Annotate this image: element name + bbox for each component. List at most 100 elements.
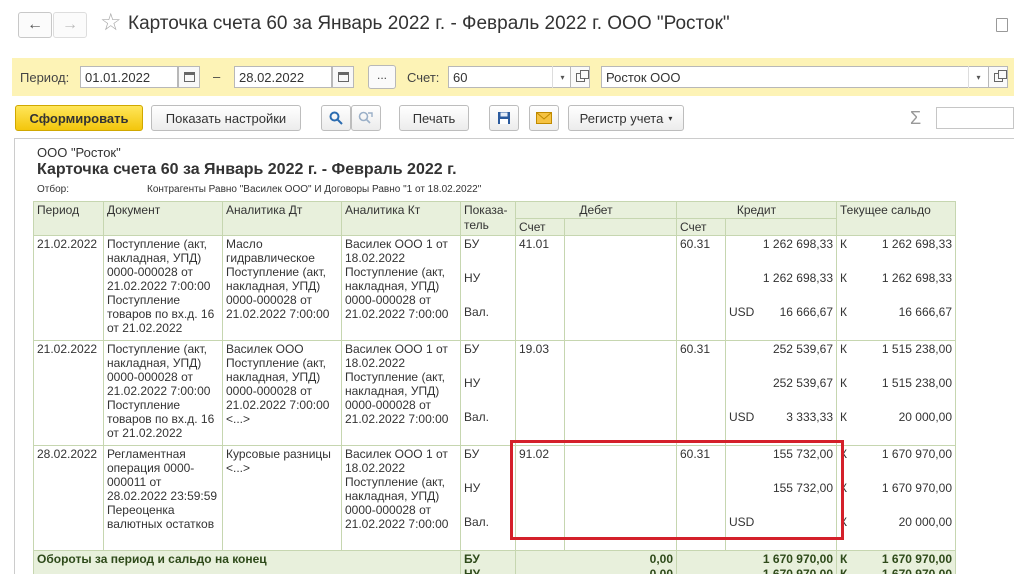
sigma-icon: Σ xyxy=(910,108,922,128)
table-row[interactable]: 28.02.2022 Регламентная операция 0000-000… xyxy=(33,445,956,551)
account-open-button[interactable] xyxy=(570,66,590,88)
cell-period: 21.02.2022 xyxy=(33,235,104,341)
credit-amount: 3 333,33 xyxy=(786,410,833,424)
date-to-input[interactable]: 28.02.2022 xyxy=(234,66,332,88)
balance-line: К 20 000,00 xyxy=(840,410,952,444)
cell-credit-account: 60.31 xyxy=(676,340,726,446)
forward-button[interactable]: → xyxy=(53,12,87,38)
indicator: НУ xyxy=(464,376,481,390)
table-row[interactable]: 21.02.2022 Поступление (акт, накладная, У… xyxy=(33,235,956,341)
credit-currency: USD xyxy=(729,515,755,529)
sum-field xyxy=(936,107,1014,129)
register-button[interactable]: Регистр учета ▾ xyxy=(568,105,684,131)
balance-sign: К xyxy=(840,376,847,390)
header-credit-account: Счет xyxy=(676,218,726,236)
register-label: Регистр учета xyxy=(579,110,664,126)
totals-debit-amount: 0,00 xyxy=(649,552,673,566)
show-settings-button[interactable]: Показать настройки xyxy=(151,105,301,131)
period-select-button[interactable]: ... xyxy=(368,65,396,89)
cell-credit-amounts: 252 539,67 252 539,67 USD 3 333,33 xyxy=(725,340,837,446)
balance-sign: К xyxy=(840,515,847,529)
balance-line: К 1 515 238,00 xyxy=(840,342,952,376)
account-dropdown-button[interactable]: ▾ xyxy=(552,66,572,88)
indicator: НУ xyxy=(464,271,481,285)
save-button[interactable] xyxy=(489,105,519,131)
chevron-down-icon: ▾ xyxy=(668,113,673,123)
totals-balance-amount: 1 670 970,00 xyxy=(881,567,952,574)
favorite-star-icon[interactable]: ☆ xyxy=(100,10,122,36)
cell-debit-account: 91.02 xyxy=(515,445,565,551)
cell-document[interactable]: Регламентная операция 0000-000011 от 28.… xyxy=(103,445,223,551)
totals-credit: 1 670 970,00 1 670 970,00 xyxy=(676,550,837,574)
balance-amount: 1 262 698,33 xyxy=(881,237,952,251)
balance-line: К 1 670 970,00 xyxy=(840,447,952,481)
date-from-input[interactable]: 01.01.2022 xyxy=(80,66,178,88)
totals-balance-amount: 1 670 970,00 xyxy=(881,552,952,566)
window-title: Карточка счета 60 за Январь 2022 г. - Фе… xyxy=(128,13,730,34)
table-row[interactable]: 21.02.2022 Поступление (акт, накладная, У… xyxy=(33,340,956,446)
indicator: Вал. xyxy=(464,305,490,319)
cell-period: 21.02.2022 xyxy=(33,340,104,446)
cell-indicators: БУ НУ Вал. xyxy=(460,235,516,341)
cell-period: 28.02.2022 xyxy=(33,445,104,551)
report-area[interactable]: ООО "Росток" Карточка счета 60 за Январь… xyxy=(14,138,1014,574)
credit-amount: 155 732,00 xyxy=(772,447,833,461)
organization-input[interactable]: Росток ООО xyxy=(601,66,989,88)
search-clear-button[interactable] xyxy=(351,105,381,131)
chevron-down-icon: ▾ xyxy=(976,72,981,82)
send-email-button[interactable] xyxy=(529,105,559,131)
cell-analytics-kt: Василек ООО 1 от 18.02.2022 Поступление … xyxy=(341,445,461,551)
totals-row: Обороты за период и сальдо на конец БУ НУ 0… xyxy=(33,550,956,574)
credit-amount: 155 732,00 xyxy=(772,481,833,495)
totals-label: Обороты за период и сальдо на конец xyxy=(33,550,461,574)
chevron-down-icon: ▾ xyxy=(560,72,565,82)
cell-document[interactable]: Поступление (акт, накладная, УПД) 0000-0… xyxy=(103,235,223,341)
floppy-disk-icon xyxy=(498,112,510,124)
balance-line: К 1 670 970,00 xyxy=(840,481,952,515)
balance-sign: К xyxy=(840,481,847,495)
cell-credit-account: 60.31 xyxy=(676,235,726,341)
header-debit-account: Счет xyxy=(515,218,565,236)
back-button[interactable]: ← xyxy=(18,12,52,38)
balance-sign: К xyxy=(840,271,847,285)
totals-balance-sign: К xyxy=(840,567,848,574)
calendar-to-button[interactable] xyxy=(332,66,354,88)
cell-analytics-kt: Василек ООО 1 от 18.02.2022 Поступление … xyxy=(341,340,461,446)
totals-credit-amount: 1 670 970,00 xyxy=(762,567,833,574)
header-indicator: Показа-тель xyxy=(460,201,516,236)
balance-sign: К xyxy=(840,410,847,424)
credit-line: 155 732,00 xyxy=(729,447,833,481)
totals-balance-sign: К xyxy=(840,552,848,566)
calendar-from-button[interactable] xyxy=(178,66,200,88)
balance-sign: К xyxy=(840,305,847,319)
balance-sign: К xyxy=(840,447,847,461)
credit-currency: USD xyxy=(729,410,755,424)
organization-open-button[interactable] xyxy=(988,66,1008,88)
totals-indicators: БУ НУ xyxy=(460,550,516,574)
balance-amount: 1 515 238,00 xyxy=(881,342,952,356)
indicator: БУ xyxy=(464,237,480,251)
balance-line: К 1 262 698,33 xyxy=(840,271,952,305)
envelope-icon xyxy=(536,112,552,124)
cell-debit-amount xyxy=(564,235,677,341)
header-period: Период xyxy=(33,201,104,236)
print-button[interactable]: Печать xyxy=(399,105,469,131)
cell-credit-amounts: 1 262 698,33 1 262 698,33 USD 16 666,67 xyxy=(725,235,837,341)
totals-debit-amount: 0,00 xyxy=(649,567,673,574)
indicator: БУ xyxy=(464,447,480,461)
totals-balance-line: К 1 670 970,00 xyxy=(840,552,952,567)
search-button[interactable] xyxy=(321,105,351,131)
header-analytics-dt: Аналитика Дт xyxy=(222,201,342,236)
generate-button[interactable]: Сформировать xyxy=(15,105,143,131)
indicator: БУ xyxy=(464,342,480,356)
cell-credit-amounts: 155 732,00 155 732,00 USD xyxy=(725,445,837,551)
cell-document[interactable]: Поступление (акт, накладная, УПД) 0000-0… xyxy=(103,340,223,446)
organization-dropdown-button[interactable]: ▾ xyxy=(968,66,988,88)
cell-balance: К 1 515 238,00 К 1 515 238,00 К 20 000,00 xyxy=(836,340,956,446)
credit-amount: 16 666,67 xyxy=(779,305,833,319)
credit-line: 1 262 698,33 xyxy=(729,271,833,305)
document-icon[interactable] xyxy=(996,18,1008,32)
search-cancel-icon xyxy=(358,111,373,124)
cell-balance: К 1 670 970,00 К 1 670 970,00 К 20 000,00 xyxy=(836,445,956,551)
cell-indicators: БУ НУ Вал. xyxy=(460,445,516,551)
